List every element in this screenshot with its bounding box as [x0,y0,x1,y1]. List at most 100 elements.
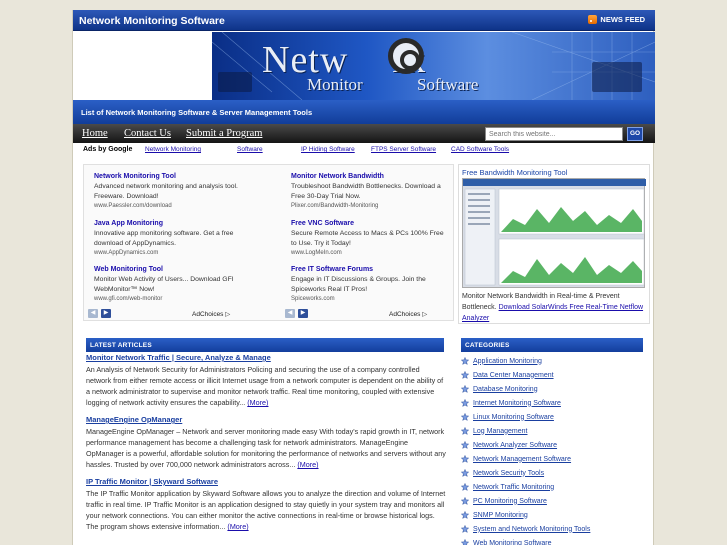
prev-arrow-icon[interactable]: ◀ [285,309,295,318]
adchoices-link[interactable]: AdChoices ▷ [389,310,427,318]
ad-unit[interactable]: Monitor Network Bandwidth Troubleshoot B… [291,173,451,211]
category-item[interactable]: Network Security Tools [461,466,651,480]
ad-title[interactable]: Network Monitoring Tool [94,173,254,180]
bandwidth-widget: Free Bandwidth Monitoring Tool Monitor N… [458,164,650,324]
search-go-button[interactable]: GO [627,127,643,141]
rss-icon [588,15,598,24]
category-item[interactable]: Log Management [461,424,651,438]
category-item[interactable]: System and Network Monitoring Tools [461,522,651,536]
next-arrow-icon[interactable]: ▶ [101,309,111,318]
ad-unit[interactable]: Web Monitoring Tool Monitor Web Activity… [94,266,254,304]
widget-title[interactable]: Free Bandwidth Monitoring Tool [462,168,567,177]
widget-text: Monitor Network Bandwidth in Real-time &… [462,291,650,324]
ad-url[interactable]: Spiceworks.com [291,295,451,304]
star-icon [461,427,469,435]
star-icon [461,371,469,379]
star-icon [461,539,469,545]
ad-title[interactable]: Java App Monitoring [94,220,254,227]
star-icon [461,511,469,519]
star-icon [461,441,469,449]
banner-blank [73,32,212,100]
article-item: ManageEngine OpManager ManageEngine OpMa… [86,415,446,470]
category-link[interactable]: SNMP Monitoring [473,512,528,519]
category-link[interactable]: Data Center Management [473,372,554,379]
category-link[interactable]: Network Analyzer Software [473,442,557,449]
ad-url[interactable]: www.AppDynamics.com [94,249,254,258]
ad-description: Secure Remote Access to Macs & PCs 100% … [291,230,444,247]
ad-link-network-monitoring[interactable]: Network Monitoring [145,146,201,153]
category-item[interactable]: Web Monitoring Software [461,536,651,545]
category-item[interactable]: Data Center Management [461,368,651,382]
top-bar: Network Monitoring Software NEWS FEED [73,10,655,31]
ad-url[interactable]: www.Paessler.com/download [94,202,254,211]
ad-description: Engage in IT Discussions & Groups. Join … [291,276,426,293]
ad-title[interactable]: Free VNC Software [291,220,451,227]
category-item[interactable]: Application Monitoring [461,354,651,368]
category-link[interactable]: System and Network Monitoring Tools [473,526,590,533]
ad-link-ip-hiding[interactable]: IP Hiding Software [301,146,355,153]
ad-unit[interactable]: Free VNC Software Secure Remote Access t… [291,220,451,258]
category-link[interactable]: Web Monitoring Software [473,540,551,545]
ad-title[interactable]: Free IT Software Forums [291,266,451,273]
article-title[interactable]: Monitor Network Traffic | Secure, Analyz… [86,353,446,362]
next-arrow-icon[interactable]: ▶ [298,309,308,318]
ad-description: Monitor Web Activity of Users... Downloa… [94,276,234,293]
ad-url[interactable]: Plixer.com/Bandwidth-Monitoring [291,202,451,211]
ad-links-row: Ads by Google Network Monitoring Softwar… [73,143,655,157]
ad-unit[interactable]: Java App Monitoring Innovative app monit… [94,220,254,258]
category-item[interactable]: Network Traffic Monitoring [461,480,651,494]
categories-list: Application Monitoring Data Center Manage… [461,354,651,545]
category-item[interactable]: PC Monitoring Software [461,494,651,508]
category-link[interactable]: Log Management [473,428,527,435]
ad-url[interactable]: www.gfi.com/web-monitor [94,295,254,304]
ad-title[interactable]: Web Monitoring Tool [94,266,254,273]
more-link[interactable]: (More) [247,398,268,407]
category-item[interactable]: Linux Monitoring Software [461,410,651,424]
star-icon [461,455,469,463]
category-link[interactable]: Internet Monitoring Software [473,400,561,407]
category-link[interactable]: Application Monitoring [473,358,542,365]
rss-feed-link[interactable]: NEWS FEED [588,15,645,24]
ad-url[interactable]: www.LogMeIn.com [291,249,451,258]
star-icon [461,497,469,505]
ad-link-software[interactable]: Software [237,146,263,153]
search-input[interactable] [485,127,623,141]
ad-title[interactable]: Monitor Network Bandwidth [291,173,451,180]
category-item[interactable]: Internet Monitoring Software [461,396,651,410]
category-item[interactable]: Network Analyzer Software [461,438,651,452]
nav-submit-program[interactable]: Submit a Program [186,128,262,139]
star-icon [461,483,469,491]
at-sign-icon [388,38,424,74]
header-banner[interactable]: Netwrk Monitor Software [212,32,655,100]
nav-home[interactable]: Home [82,128,108,139]
ad-unit[interactable]: Network Monitoring Tool Advanced network… [94,173,254,211]
bandwidth-screenshot-image[interactable] [462,178,646,288]
article-item: IP Traffic Monitor | Skyward Software Th… [86,477,446,532]
more-link[interactable]: (More) [227,522,248,531]
prev-arrow-icon[interactable]: ◀ [88,309,98,318]
site-title[interactable]: Network Monitoring Software [79,15,225,27]
chart-screenshot-graphic [463,179,646,286]
category-item[interactable]: Network Management Software [461,452,651,466]
ads-by-google-label: Ads by Google [83,146,133,153]
article-title[interactable]: IP Traffic Monitor | Skyward Software [86,477,446,486]
star-icon [461,469,469,477]
category-link[interactable]: Network Management Software [473,456,571,463]
star-icon [461,399,469,407]
article-title[interactable]: ManageEngine OpManager [86,415,446,424]
star-icon [461,385,469,393]
category-link[interactable]: Network Security Tools [473,470,544,477]
ad-link-cad-software[interactable]: CAD Software Tools [451,146,509,153]
adchoices-link[interactable]: AdChoices ▷ [192,310,230,318]
rss-label: NEWS FEED [600,15,645,24]
category-item[interactable]: Database Monitoring [461,382,651,396]
ad-unit[interactable]: Free IT Software Forums Engage in IT Dis… [291,266,451,304]
more-link[interactable]: (More) [297,460,318,469]
ad-link-ftps-server[interactable]: FTPS Server Software [371,146,436,153]
category-link[interactable]: Database Monitoring [473,386,538,393]
category-link[interactable]: PC Monitoring Software [473,498,547,505]
category-link[interactable]: Network Traffic Monitoring [473,484,554,491]
category-link[interactable]: Linux Monitoring Software [473,414,554,421]
nav-contact-us[interactable]: Contact Us [124,128,171,139]
category-item[interactable]: SNMP Monitoring [461,508,651,522]
